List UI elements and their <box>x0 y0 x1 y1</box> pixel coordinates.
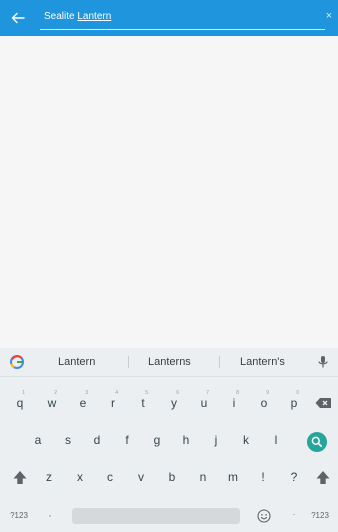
app-bar: Sealite Lantern × <box>0 0 338 36</box>
key-m[interactable]: m <box>224 470 242 486</box>
key-u[interactable]: u 7 <box>195 390 213 412</box>
back-arrow-icon[interactable] <box>6 6 30 30</box>
key-v[interactable]: v <box>132 470 150 486</box>
period-key[interactable]: . <box>288 508 300 520</box>
key-n[interactable]: n <box>194 470 212 486</box>
key-i[interactable]: i 8 <box>225 390 243 412</box>
key-hint: 2 <box>54 390 57 396</box>
search-query-word-1: Sealite <box>44 11 75 22</box>
symbols-key-right[interactable]: ?123 <box>305 511 335 523</box>
key-hint: 9 <box>266 390 269 396</box>
key-label: w <box>47 396 57 410</box>
key-f[interactable]: f <box>118 433 136 449</box>
key-p[interactable]: p 0 <box>285 390 303 412</box>
key-label: r <box>111 396 115 410</box>
key-q[interactable]: q 1 <box>11 390 29 412</box>
key-label: q <box>16 396 24 410</box>
key-exclamation[interactable]: ! <box>254 470 272 486</box>
key-w[interactable]: w 2 <box>43 390 61 412</box>
key-d[interactable]: d <box>88 433 106 449</box>
key-hint: 0 <box>296 390 299 396</box>
key-hint: 8 <box>236 390 239 396</box>
key-r[interactable]: r 4 <box>104 390 122 412</box>
space-bar[interactable] <box>72 508 240 524</box>
emoji-icon[interactable] <box>256 508 272 524</box>
key-label: p <box>290 396 298 410</box>
key-question[interactable]: ? <box>285 470 303 486</box>
keyboard: Lantern Lanterns Lantern's q 1 w 2 e 3 r… <box>0 348 338 532</box>
key-label: e <box>79 396 87 410</box>
key-o[interactable]: o 9 <box>255 390 273 412</box>
key-e[interactable]: e 3 <box>74 390 92 412</box>
key-label: t <box>141 396 145 410</box>
search-input[interactable]: Sealite Lantern <box>40 7 325 30</box>
shift-right-icon[interactable] <box>313 469 333 487</box>
key-a[interactable]: a <box>29 433 47 449</box>
key-g[interactable]: g <box>148 433 166 449</box>
comma-key[interactable]: , <box>44 509 56 521</box>
suggestion-1[interactable]: Lantern <box>58 356 95 368</box>
key-s[interactable]: s <box>59 433 77 449</box>
key-c[interactable]: c <box>101 470 119 486</box>
backspace-icon[interactable] <box>314 395 334 411</box>
key-hint: 6 <box>176 390 179 396</box>
suggestion-divider <box>219 356 220 368</box>
key-hint: 4 <box>115 390 118 396</box>
search-query-word-2: Lantern <box>77 11 112 22</box>
google-g-icon[interactable] <box>10 355 24 369</box>
key-t[interactable]: t 5 <box>134 390 152 412</box>
key-hint: 5 <box>145 390 148 396</box>
key-l[interactable]: l <box>267 433 285 449</box>
key-y[interactable]: y 6 <box>165 390 183 412</box>
key-z[interactable]: z <box>40 470 58 486</box>
key-label: y <box>171 396 177 410</box>
symbols-key-left[interactable]: ?123 <box>4 511 34 523</box>
suggestion-bar: Lantern Lanterns Lantern's <box>0 348 338 377</box>
key-b[interactable]: b <box>163 470 181 486</box>
key-hint: 3 <box>85 390 88 396</box>
key-j[interactable]: j <box>207 433 225 449</box>
key-hint: 7 <box>206 390 209 396</box>
results-area <box>0 36 338 348</box>
search-query: Sealite Lantern <box>44 11 111 22</box>
search-key-icon[interactable] <box>306 431 328 453</box>
shift-icon[interactable] <box>10 469 30 487</box>
clear-icon[interactable]: × <box>322 9 336 23</box>
key-h[interactable]: h <box>177 433 195 449</box>
key-label: o <box>260 396 268 410</box>
key-hint: 1 <box>22 390 25 396</box>
suggestion-2[interactable]: Lanterns <box>148 356 191 368</box>
suggestion-divider <box>128 356 129 368</box>
key-k[interactable]: k <box>237 433 255 449</box>
key-x[interactable]: x <box>71 470 89 486</box>
key-label: i <box>232 396 236 410</box>
microphone-icon[interactable] <box>316 355 330 369</box>
suggestion-3[interactable]: Lantern's <box>240 356 285 368</box>
key-label: u <box>200 396 208 410</box>
